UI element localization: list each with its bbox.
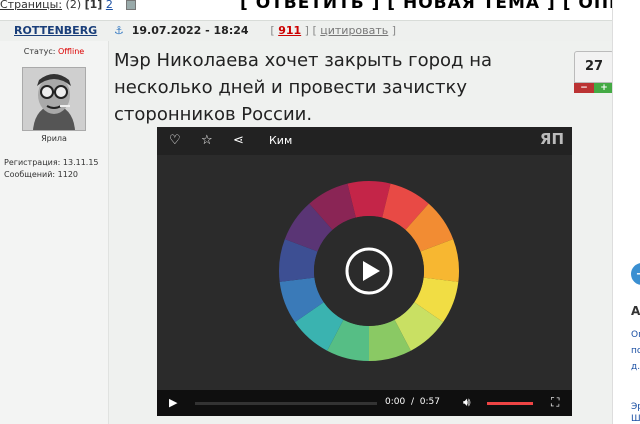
time-separator: / (410, 397, 414, 407)
video-title: Ким (269, 134, 293, 147)
bracket-close: ] (391, 24, 397, 37)
user-status: Статус: Offline (0, 47, 108, 56)
video-player[interactable]: ♡ ☆ ⋖ Ким ЯП ▶ 0:00 / 0:57 🔊︎ ⛶ (157, 127, 572, 416)
user-panel: Статус: Offline Ярила Регистрация: 13.11… (0, 41, 109, 424)
avatar[interactable] (22, 67, 86, 131)
sidebar-link[interactable]: пс (631, 346, 640, 356)
reply-button[interactable]: [ ОТВЕТИТЬ ] (240, 0, 380, 13)
sidebar-link[interactable]: Ог (631, 330, 640, 340)
add-icon[interactable]: + (631, 263, 640, 285)
avatar-caption: Ярила (41, 134, 67, 143)
rate-up-button[interactable]: + (594, 83, 614, 93)
video-top-bar: ♡ ☆ ⋖ Ким ЯП (157, 127, 572, 155)
page-link-2[interactable]: 2 (106, 0, 113, 11)
author-name[interactable]: ROTTENBERG (14, 24, 97, 37)
page-icon[interactable] (126, 0, 137, 10)
time-current: 0:00 (385, 397, 406, 407)
pagination: Страницы: (2) [1] 2 (0, 0, 137, 11)
volume-icon[interactable]: 🔊︎ (463, 395, 471, 410)
sidebar-link[interactable]: Ш (631, 414, 640, 424)
time-total: 0:57 (419, 397, 440, 407)
bracket-open: [ (312, 24, 317, 37)
share-icon[interactable]: ⋖ (233, 133, 244, 148)
anchor-icon[interactable]: ⚓ (114, 24, 124, 37)
pages-count: (2) (65, 0, 82, 11)
right-sidebar: + А Ог пс д. Эр Ш (612, 0, 640, 424)
sidebar-link[interactable]: Эр (631, 402, 640, 412)
post-number[interactable]: 911 (278, 24, 301, 37)
progress-bar[interactable] (195, 402, 377, 405)
volume-slider[interactable] (487, 402, 533, 405)
status-label: Статус: (23, 47, 56, 56)
post-meta: ⚓ 19.07.2022 - 18:24 [ 911 ] [ цитироват… (114, 24, 396, 37)
time-display: 0:00 / 0:57 (385, 397, 440, 407)
yaplakal-logo: ЯП (539, 130, 564, 148)
star-icon[interactable]: ☆ (201, 133, 213, 148)
user-stats: Регистрация: 13.11.15 Сообщений: 1120 (4, 157, 99, 181)
sidebar-heading: А (631, 304, 640, 318)
new-topic-button[interactable]: [ НОВАЯ ТЕМА ] (387, 0, 555, 13)
post-number-wrap: [ 911 ] [ цитировать ] (270, 24, 396, 37)
quote-link[interactable]: цитировать (320, 24, 388, 37)
top-bar: Страницы: (2) [1] 2 [ ОТВЕТИТЬ ] [ НОВАЯ… (0, 0, 640, 18)
bracket-close: ] (304, 24, 309, 37)
rate-down-button[interactable]: − (574, 83, 594, 93)
sidebar-link[interactable]: д. (631, 362, 640, 372)
play-icon[interactable]: ▶ (169, 396, 177, 409)
rating-value: 27 (574, 51, 614, 83)
post-rating: 27 − + (574, 51, 614, 95)
pages-label: Страницы: (0, 0, 63, 11)
registration-date: Регистрация: 13.11.15 (4, 158, 99, 167)
current-page: [1] (84, 0, 103, 11)
heart-icon[interactable]: ♡ (169, 133, 181, 148)
post-text: Мэр Николаева хочет закрыть город на нес… (114, 50, 493, 125)
post-header: ROTTENBERG ⚓ 19.07.2022 - 18:24 [ 911 ] … (0, 20, 612, 42)
post-datetime: 19.07.2022 - 18:24 (131, 24, 249, 37)
status-value: Offline (57, 47, 85, 56)
video-thumbnail[interactable] (157, 155, 572, 390)
action-links: [ ОТВЕТИТЬ ] [ НОВАЯ ТЕМА ] [ ОПРОС ] (240, 0, 640, 13)
message-count: Сообщений: 1120 (4, 170, 78, 179)
fullscreen-icon[interactable]: ⛶ (551, 395, 559, 410)
bracket-open: [ (270, 24, 275, 37)
video-controls: ▶ 0:00 / 0:57 🔊︎ ⛶ (157, 390, 572, 416)
